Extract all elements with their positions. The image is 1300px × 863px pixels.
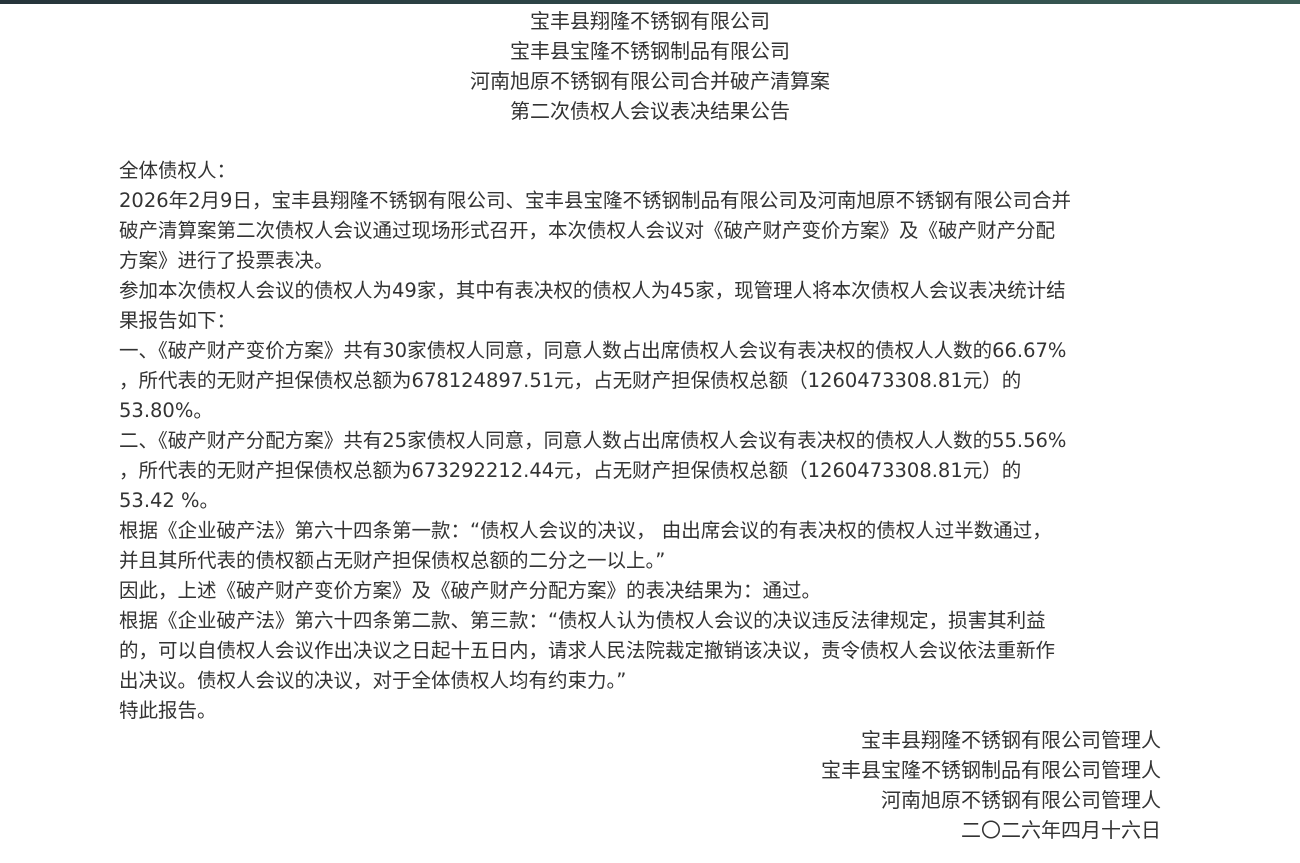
signatory-administrator-3: 河南旭原不锈钢有限公司管理人 xyxy=(881,788,1161,812)
body-line: 参加本次债权人会议的债权人为49家，其中有表决权的债权人为45家，现管理人将本次… xyxy=(119,279,1066,302)
announcement-body: 全体债权人： 2026年2月9日，宝丰县翔隆不锈钢有限公司、宝丰县宝隆不锈钢制品… xyxy=(119,156,1164,726)
legal-basis-line: 根据《企业破产法》第六十四条第一款：“债权人会议的决议， 由出席会议的有表决权的… xyxy=(119,519,1052,542)
announcement-title: 宝丰县翔隆不锈钢有限公司 宝丰县宝隆不锈钢制品有限公司 河南旭原不锈钢有限公司合… xyxy=(0,6,1300,126)
legal-remedy-line: 根据《企业破产法》第六十四条第二款、第三款：“债权人认为债权人会议的决议违反法律… xyxy=(119,609,1046,632)
legal-remedy-line: 的，可以自债权人会议作出决议之日起十五日内，请求人民法院裁定撤销该决议，责令债权… xyxy=(119,639,1056,662)
body-line: 果报告如下： xyxy=(119,309,237,332)
result-item-2-line: 二、《破产财产分配方案》共有25家债权人同意，同意人数占出席债权人会议有表决权的… xyxy=(119,429,1067,452)
body-line: 2026年2月9日，宝丰县翔隆不锈钢有限公司、宝丰县宝隆不锈钢制品有限公司及河南… xyxy=(119,189,1071,212)
result-item-1-line: ，所代表的无财产担保债权总额为678124897.51元，占无财产担保债权总额（… xyxy=(119,369,1022,392)
closing-line: 特此报告。 xyxy=(119,699,217,722)
body-line: 破产清算案第二次债权人会议通过现场形式召开，本次债权人会议对《破产财产变价方案》… xyxy=(119,219,1056,242)
signature-date: 二〇二六年四月十六日 xyxy=(961,818,1161,842)
conclusion-line: 因此，上述《破产财产变价方案》及《破产财产分配方案》的表决结果为：通过。 xyxy=(119,579,822,602)
legal-basis-line: 并且其所代表的债权额占无财产担保债权总额的二分之一以上。” xyxy=(119,549,666,572)
result-item-1-line: 53.80%。 xyxy=(119,399,213,422)
signatory-administrator-2: 宝丰县宝隆不锈钢制品有限公司管理人 xyxy=(821,758,1161,782)
result-item-2-line: 53.42 %。 xyxy=(119,489,220,512)
title-line-company-1: 宝丰县翔隆不锈钢有限公司 xyxy=(530,9,770,33)
title-line-subject: 第二次债权人会议表决结果公告 xyxy=(510,99,790,123)
legal-remedy-line: 出决议。债权人会议的决议，对于全体债权人均有约束力。” xyxy=(119,669,627,692)
body-line: 方案》进行了投票表决。 xyxy=(119,249,334,272)
title-line-company-2: 宝丰县宝隆不锈钢制品有限公司 xyxy=(510,39,790,63)
result-item-2-line: ，所代表的无财产担保债权总额为673292212.44元，占无财产担保债权总额（… xyxy=(119,459,1022,482)
signature-block: 宝丰县翔隆不锈钢有限公司管理人 宝丰县宝隆不锈钢制品有限公司管理人 河南旭原不锈… xyxy=(821,725,1161,845)
salutation: 全体债权人： xyxy=(119,159,237,182)
signatory-administrator-1: 宝丰县翔隆不锈钢有限公司管理人 xyxy=(861,728,1161,752)
top-accent-bar xyxy=(0,0,1300,4)
title-line-case: 河南旭原不锈钢有限公司合并破产清算案 xyxy=(470,69,830,93)
result-item-1-line: 一、《破产财产变价方案》共有30家债权人同意，同意人数占出席债权人会议有表决权的… xyxy=(119,339,1067,362)
